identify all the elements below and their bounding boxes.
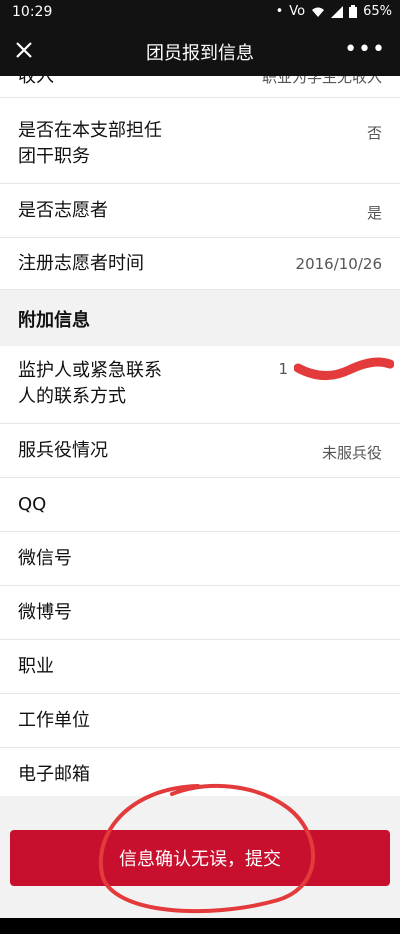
dot-icon: •: [275, 4, 284, 19]
list-item-volunteer: 是否志愿者 是: [0, 184, 400, 238]
league-cadre-value: 否: [366, 124, 382, 142]
income-value: 职业为学生无收入: [261, 76, 382, 86]
email-label: 电子邮箱: [18, 764, 90, 785]
section-extra-info: 附加信息: [0, 290, 400, 346]
volunteer-date-label: 注册志愿者时间: [18, 253, 144, 274]
list-item-guardian-contact: 监护人或紧急联系人的联系方式 1: [0, 346, 400, 424]
volunteer-value: 是: [366, 204, 382, 222]
list-item-occupation: 职业: [0, 640, 400, 694]
volunteer-date-value: 2016/10/26: [295, 255, 382, 273]
page-title: 团员报到信息: [146, 43, 254, 64]
battery-icon: [349, 5, 358, 18]
section-title: 附加信息: [18, 310, 90, 331]
status-bar: 10:29 • Vo 65%: [0, 0, 400, 26]
list-item-qq: QQ: [0, 478, 400, 532]
network-indicator: Vo: [289, 4, 306, 19]
list-item-wechat: 微信号: [0, 532, 400, 586]
weibo-label: 微博号: [18, 602, 72, 623]
military-value: 未服兵役: [321, 444, 382, 462]
list-item-volunteer-date: 注册志愿者时间 2016/10/26: [0, 238, 400, 290]
list-item-workplace: 工作单位: [0, 694, 400, 748]
income-label: 收入: [18, 76, 54, 87]
volunteer-label: 是否志愿者: [18, 200, 108, 221]
bottom-bar: 信息确认无误，提交: [0, 784, 400, 934]
more-icon[interactable]: •••: [344, 39, 386, 61]
signal-icon: [331, 5, 344, 18]
status-time: 10:29: [12, 4, 53, 20]
wifi-icon: [312, 7, 325, 17]
guardian-contact-label: 监护人或紧急联系人的联系方式: [18, 360, 162, 407]
qq-label: QQ: [18, 494, 47, 515]
info-list: 收入 职业为学生无收入 是否在本支部担任团干职务 否 是否志愿者 是 注册志愿者…: [0, 76, 400, 796]
league-cadre-label: 是否在本支部担任团干职务: [18, 120, 162, 167]
status-icons: • Vo 65%: [276, 4, 392, 19]
workplace-label: 工作单位: [18, 710, 90, 731]
annotation-circle: [98, 784, 315, 914]
wechat-label: 微信号: [18, 548, 72, 569]
list-item-military: 服兵役情况 未服兵役: [0, 424, 400, 478]
system-nav-bar: [0, 918, 400, 934]
battery-percent: 65%: [363, 4, 392, 19]
list-item-weibo: 微博号: [0, 586, 400, 640]
occupation-label: 职业: [18, 656, 54, 677]
list-item-income: 收入 职业为学生无收入: [0, 76, 400, 98]
guardian-contact-value: 1: [278, 360, 288, 378]
redaction-mark: [294, 357, 394, 380]
app-bar: 团员报到信息 •••: [0, 26, 400, 76]
military-label: 服兵役情况: [18, 440, 108, 461]
list-item-league-cadre: 是否在本支部担任团干职务 否: [0, 98, 400, 184]
